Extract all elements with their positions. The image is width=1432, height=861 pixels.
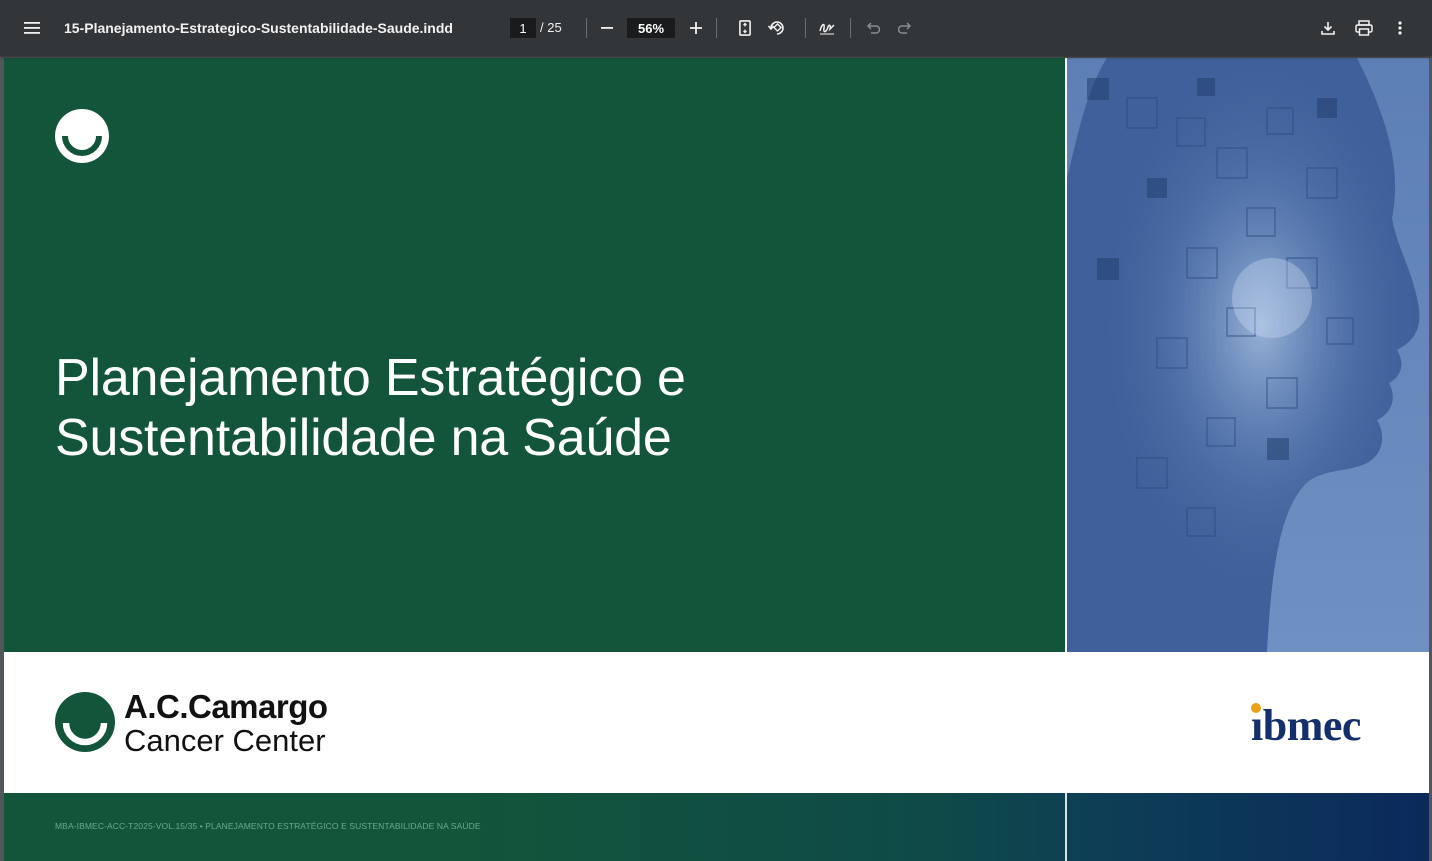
fit-to-page-icon[interactable] (729, 12, 761, 44)
cover-title: Planejamento Estratégico e Sustentabilid… (55, 348, 955, 468)
smile-logo-icon (55, 109, 109, 168)
download-button[interactable] (1312, 0, 1344, 56)
rotate-icon[interactable] (761, 12, 793, 44)
undo-icon[interactable] (857, 12, 889, 44)
ibmec-logo: ibmec (1251, 701, 1361, 750)
ibmec-dot-icon (1251, 703, 1261, 713)
footer-text: MBA-IBMEC-ACC-T2025-VOL.15/35 • PLANEJAM… (55, 821, 481, 831)
brand-name-line2: Cancer Center (124, 723, 326, 758)
toolbar-divider (586, 18, 587, 38)
document-title: 15-Planejamento-Estrategico-Sustentabili… (64, 20, 453, 36)
hamburger-menu-icon[interactable] (16, 12, 48, 44)
minus-icon[interactable] (591, 12, 623, 44)
zoom-out-button[interactable] (591, 0, 623, 56)
draw-signature-icon[interactable] (811, 12, 843, 44)
rotate-button[interactable] (761, 0, 793, 56)
footer-divider (1065, 793, 1067, 861)
redo-icon[interactable] (889, 12, 921, 44)
ac-camargo-logo-icon (55, 692, 115, 757)
fit-page-button[interactable] (729, 0, 761, 56)
cover-title-line1: Planejamento Estratégico e (55, 349, 686, 407)
more-actions-button[interactable] (1384, 0, 1416, 56)
page-number-input[interactable] (510, 18, 536, 38)
zoom-in-button[interactable] (680, 0, 712, 56)
pdf-page: Planejamento Estratégico e Sustentabilid… (4, 58, 1429, 861)
puzzle-head-image (1067, 58, 1429, 652)
undo-button[interactable] (857, 0, 889, 56)
toolbar-divider (805, 18, 806, 38)
redo-button[interactable] (889, 0, 921, 56)
menu-button[interactable] (16, 0, 48, 56)
cover-title-line2: Sustentabilidade na Saúde (55, 409, 672, 467)
page-total: / 25 (540, 20, 562, 35)
download-icon[interactable] (1312, 12, 1344, 44)
annotate-button[interactable] (811, 0, 843, 56)
print-icon[interactable] (1348, 12, 1380, 44)
toolbar-divider (850, 18, 851, 38)
plus-icon[interactable] (680, 12, 712, 44)
more-vert-icon[interactable] (1384, 12, 1416, 44)
pdf-toolbar: 15-Planejamento-Estrategico-Sustentabili… (0, 0, 1432, 56)
zoom-input[interactable] (627, 18, 675, 38)
toolbar-divider (716, 18, 717, 38)
brand-name-line1: A.C.Camargo (124, 688, 328, 725)
print-button[interactable] (1348, 0, 1380, 56)
